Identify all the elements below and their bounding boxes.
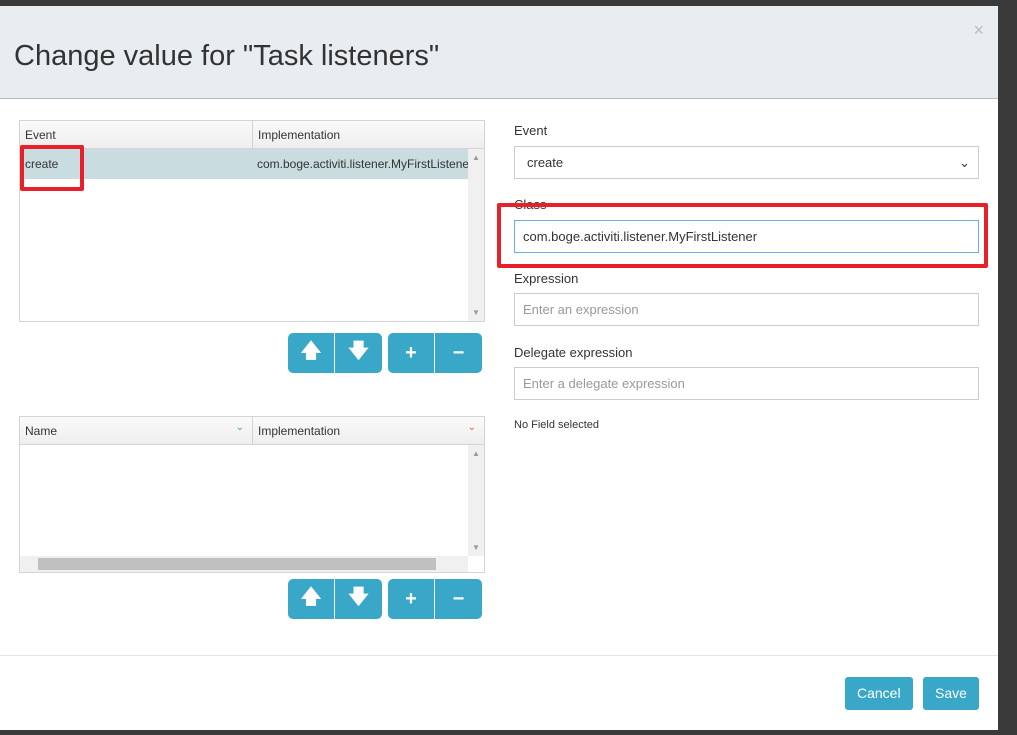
move-up-button[interactable]: 🡅	[288, 333, 335, 373]
cancel-button[interactable]: Cancel	[845, 677, 913, 710]
dialog-title: Change value for "Task listeners"	[14, 40, 440, 72]
table-row[interactable]: create com.boge.activiti.listener.MyFirs…	[20, 149, 468, 179]
move-up-button[interactable]: 🡅	[288, 579, 335, 619]
expression-input[interactable]: Enter an expression	[514, 293, 979, 326]
delegate-expression-label: Delegate expression	[514, 345, 633, 360]
move-down-button[interactable]: 🡇	[335, 333, 382, 373]
chevron-down-icon: ⌄	[959, 155, 970, 170]
listeners-grid: Event Implementation create com.boge.act…	[19, 120, 485, 322]
vertical-scrollbar[interactable]: ▲ ▼	[468, 445, 484, 556]
expression-label: Expression	[514, 271, 579, 286]
delegate-expression-input[interactable]: Enter a delegate expression	[514, 367, 979, 400]
remove-button[interactable]: −	[435, 333, 482, 373]
chevron-down-icon[interactable]: ⌄	[468, 422, 476, 433]
horizontal-scrollbar[interactable]	[20, 556, 468, 572]
column-header-implementation[interactable]: Implementation	[253, 121, 345, 148]
move-down-button[interactable]: 🡇	[335, 579, 382, 619]
chevron-down-icon[interactable]: ⌄	[236, 422, 244, 433]
column-header-event[interactable]: Event	[20, 121, 253, 148]
vertical-scrollbar[interactable]: ▲ ▼	[468, 149, 484, 321]
add-button[interactable]: +	[388, 333, 435, 373]
remove-button[interactable]: −	[435, 579, 482, 619]
cell-implementation: com.boge.activiti.listener.MyFirstListen…	[256, 157, 468, 171]
no-field-text: No Field selected	[514, 419, 599, 431]
highlight-box	[497, 203, 988, 268]
highlight-box	[20, 145, 84, 191]
close-icon[interactable]: ×	[973, 20, 984, 41]
task-listeners-dialog: Change value for "Task listeners" × Even…	[0, 6, 998, 730]
dialog-header: Change value for "Task listeners" ×	[0, 6, 998, 99]
column-header-name[interactable]: Name ⌄	[20, 417, 253, 444]
dialog-footer	[0, 655, 998, 656]
column-header-implementation[interactable]: Implementation ⌄	[253, 417, 484, 444]
add-button[interactable]: +	[388, 579, 435, 619]
fields-grid: Name ⌄ Implementation ⌄ ▲ ▼	[19, 416, 485, 573]
event-select[interactable]: create ⌄	[514, 146, 979, 179]
save-button[interactable]: Save	[923, 677, 979, 710]
event-label: Event	[514, 123, 548, 138]
